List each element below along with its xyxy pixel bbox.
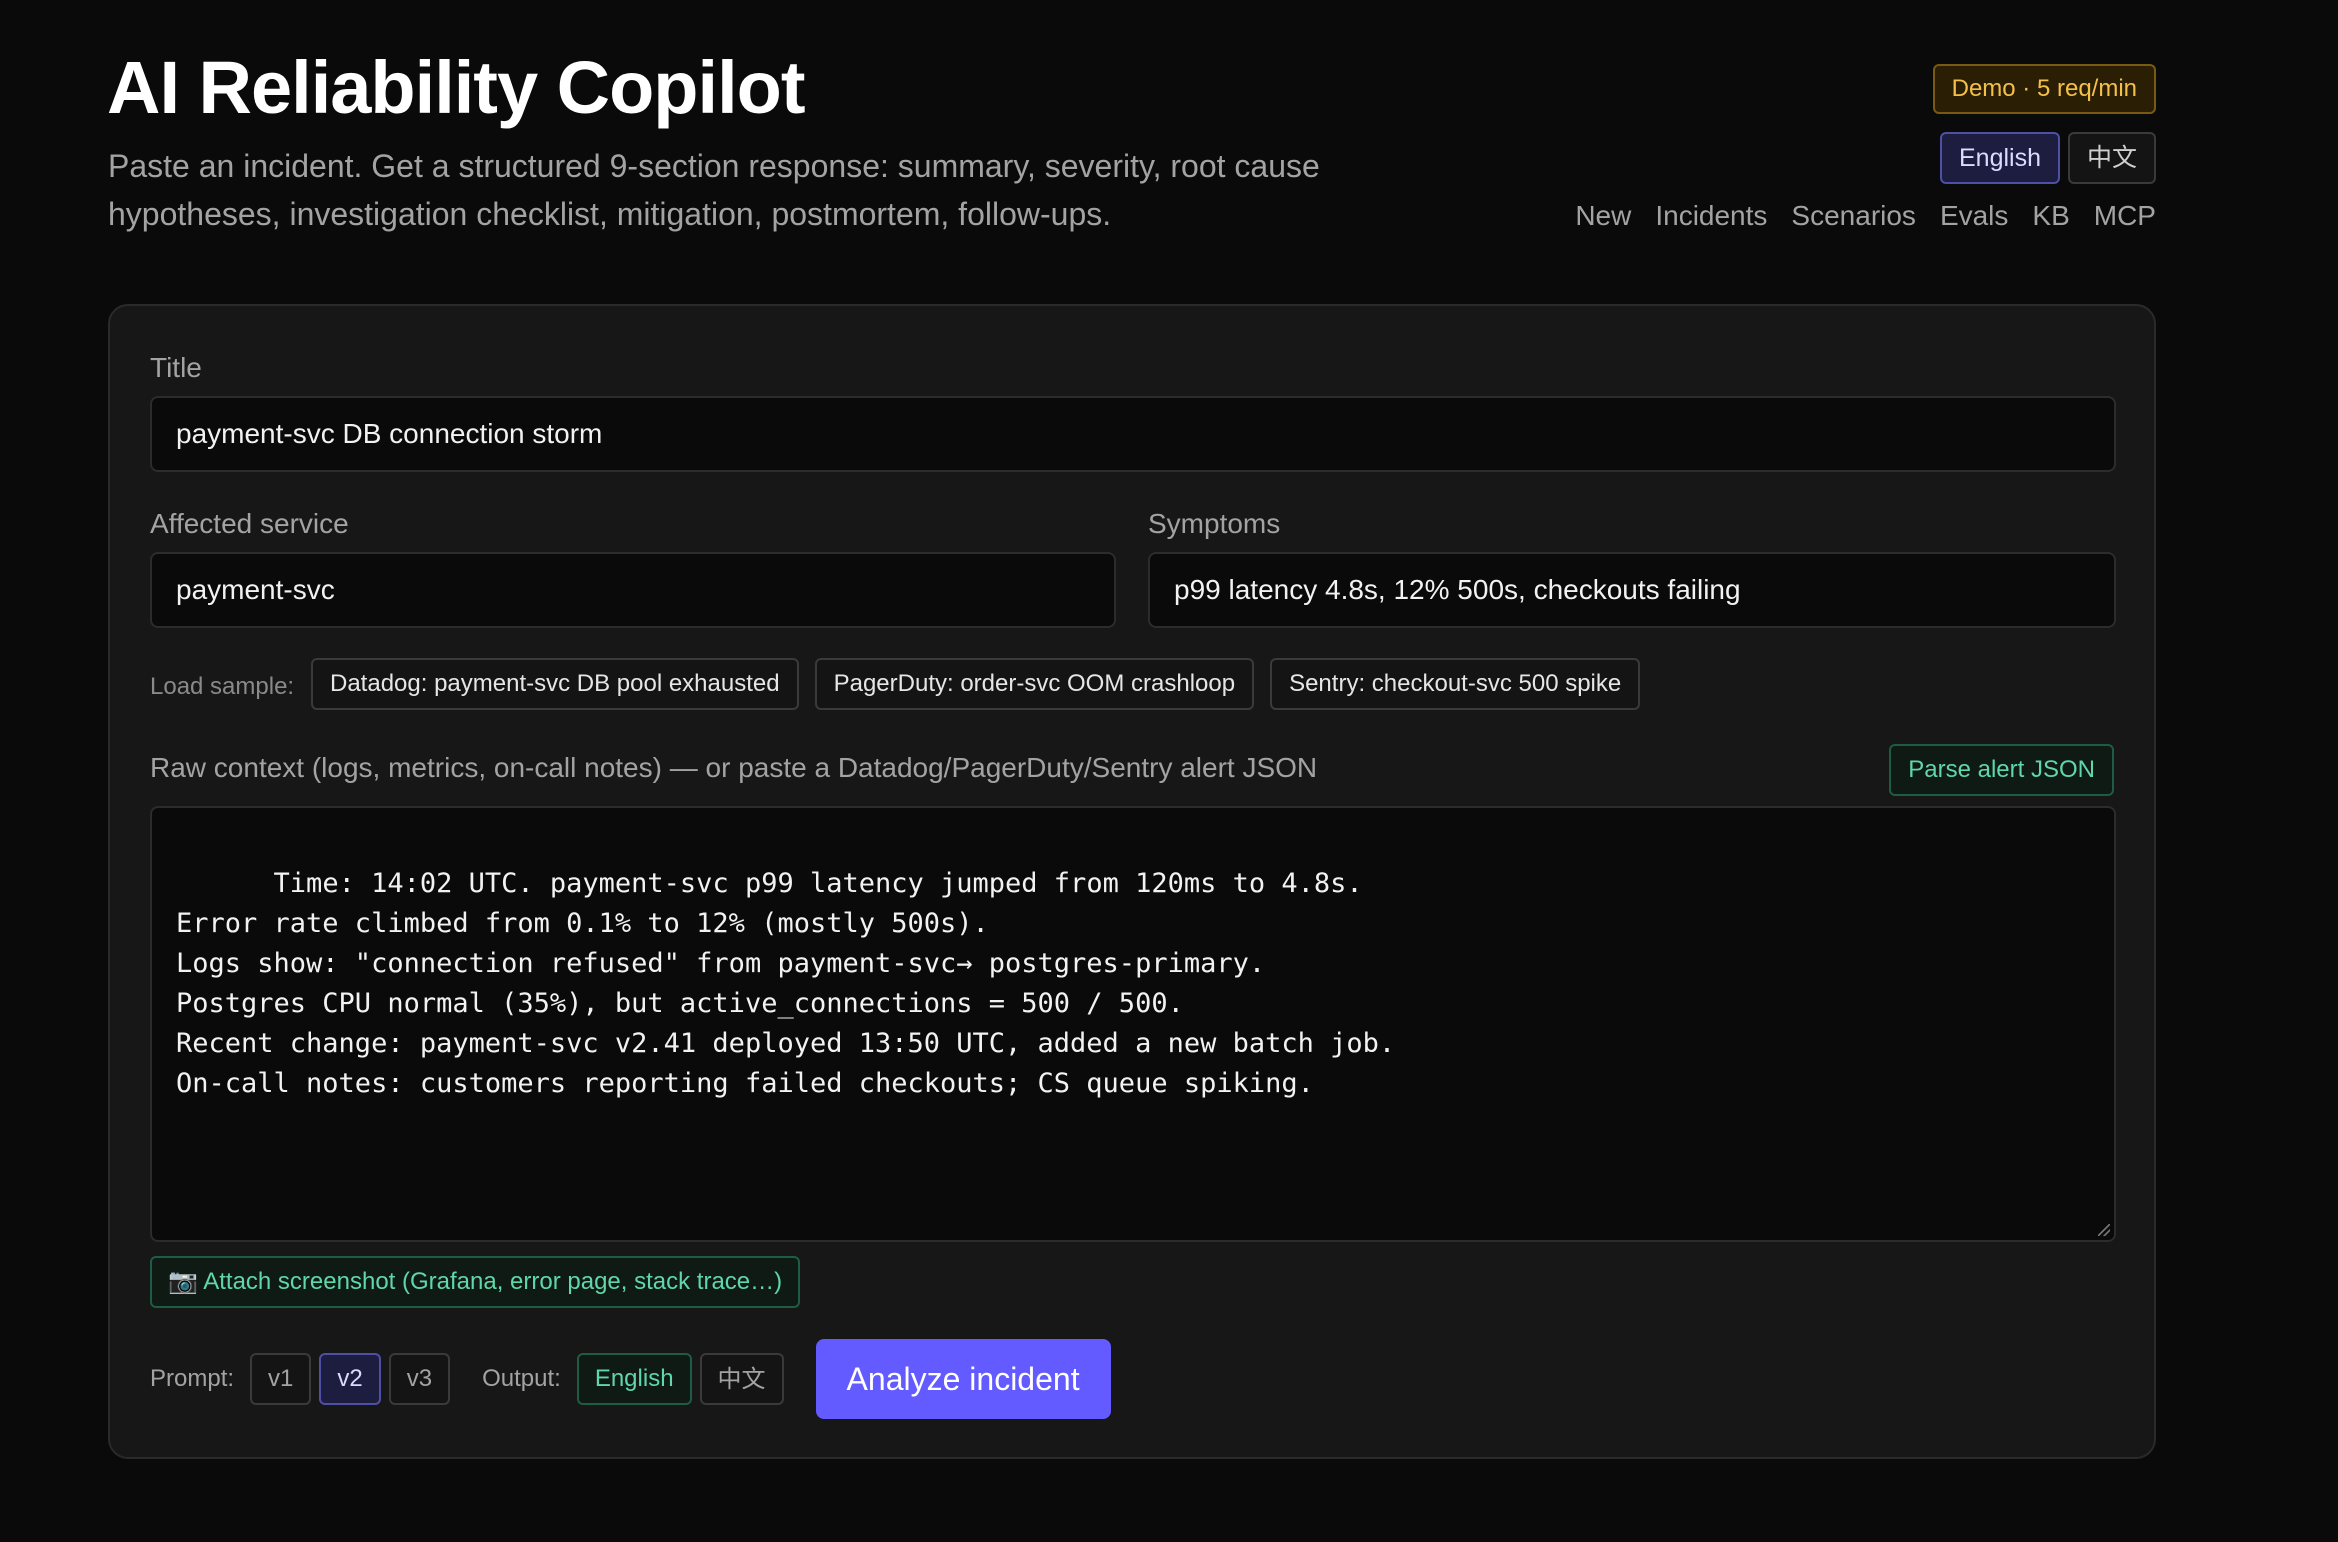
resize-handle-icon[interactable] [2098, 1224, 2110, 1236]
symptoms-input[interactable]: p99 latency 4.8s, 12% 500s, checkouts fa… [1148, 552, 2116, 628]
nav-kb[interactable]: KB [2032, 200, 2069, 232]
nav-incidents[interactable]: Incidents [1655, 200, 1767, 232]
attach-screenshot-button[interactable]: 📷 Attach screenshot (Grafana, error page… [150, 1256, 801, 1308]
prompt-v1-button[interactable]: v1 [250, 1353, 312, 1405]
app-subtitle: Paste an incident. Get a structured 9-se… [108, 148, 1320, 232]
title-input[interactable]: payment-svc DB connection storm [150, 396, 2116, 472]
load-sample-label: Load sample: [150, 673, 295, 700]
demo-rate-limit-badge: Demo · 5 req/min [1932, 64, 2156, 114]
app-root: AI Reliability Copilot Paste an incident… [0, 0, 2338, 1542]
output-label: Output: [482, 1365, 561, 1392]
sample-datadog-button[interactable]: Datadog: payment-svc DB pool exhausted [311, 658, 799, 710]
sample-buttons: Datadog: payment-svc DB pool exhausted P… [311, 658, 1641, 710]
sample-pagerduty-button[interactable]: PagerDuty: order-svc OOM crashloop [814, 658, 1255, 710]
raw-context-textarea[interactable]: Time: 14:02 UTC. payment-svc p99 latency… [150, 806, 2116, 1242]
symptoms-label: Symptoms [1148, 508, 1281, 539]
language-chinese-button[interactable]: 中文 [2067, 132, 2156, 184]
parse-alert-json-button[interactable]: Parse alert JSON [1889, 744, 2114, 796]
app-title: AI Reliability Copilot [107, 46, 805, 129]
language-english-button[interactable]: English [1939, 132, 2060, 184]
raw-context-text: Time: 14:02 UTC. payment-svc p99 latency… [176, 868, 1396, 1099]
prompt-v2-button[interactable]: v2 [319, 1353, 381, 1405]
prompt-label: Prompt: [150, 1365, 235, 1392]
affected-service-label: Affected service [150, 508, 349, 539]
prompt-v3-button[interactable]: v3 [388, 1353, 451, 1405]
sample-sentry-button[interactable]: Sentry: checkout-svc 500 spike [1270, 658, 1641, 710]
output-english-button[interactable]: English [576, 1353, 692, 1405]
top-nav: New Incidents Scenarios Evals KB MCP [1575, 200, 2156, 232]
language-switcher: English 中文 [1939, 132, 2156, 184]
action-row: Prompt: v1 v2 v3 Output: English 中文 Anal… [150, 1339, 1111, 1419]
incident-form-card: Title payment-svc DB connection storm Af… [108, 304, 2156, 1459]
affected-service-input[interactable]: payment-svc [150, 552, 1116, 628]
title-label: Title [150, 352, 202, 383]
analyze-incident-button[interactable]: Analyze incident [815, 1339, 1111, 1419]
raw-context-label: Raw context (logs, metrics, on-call note… [150, 752, 1318, 783]
nav-new[interactable]: New [1575, 200, 1631, 232]
nav-evals[interactable]: Evals [1940, 200, 2008, 232]
output-chinese-button[interactable]: 中文 [699, 1353, 784, 1405]
nav-mcp[interactable]: MCP [2094, 200, 2156, 232]
nav-scenarios[interactable]: Scenarios [1791, 200, 1916, 232]
